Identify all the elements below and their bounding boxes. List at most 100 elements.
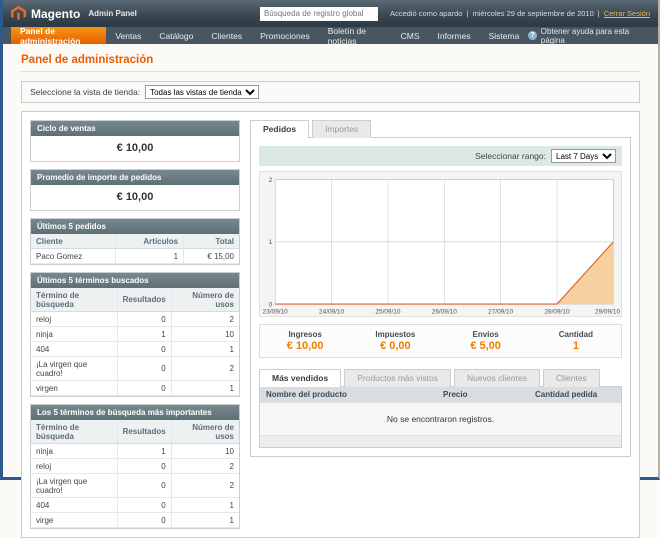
orders-card: Seleccionar rango: Last 7 Days 01223/09/… bbox=[250, 137, 631, 457]
nav-item-ventas[interactable]: Ventas bbox=[106, 27, 150, 44]
help-link[interactable]: ? Obtener ayuda para esta página bbox=[528, 27, 658, 44]
svg-text:28/09/10: 28/09/10 bbox=[544, 309, 569, 316]
cell: ¡La virgen que cuadro! bbox=[31, 357, 117, 381]
bestsellers-header: Nombre del productoPrecioCantidad pedida bbox=[260, 387, 621, 402]
tab-clientes[interactable]: Clientes bbox=[543, 369, 600, 387]
cell: 0 bbox=[117, 342, 171, 357]
logout-link[interactable]: Cerrar Sesión bbox=[604, 9, 650, 18]
avg-order-widget-title: Promedio de importe de pedidos bbox=[31, 170, 239, 185]
magento-logo-icon bbox=[11, 6, 26, 21]
bottom-report-tabs: Más vendidosProductos más vistosNuevos c… bbox=[259, 369, 622, 387]
summary-impuestos: Impuestos€ 0,00 bbox=[350, 330, 440, 352]
store-view-select[interactable]: Todas las vistas de tienda bbox=[145, 85, 259, 99]
empty-records-message: No se encontraron registros. bbox=[260, 402, 621, 435]
orders-line-chart: 01223/09/1024/09/1025/09/1026/09/1027/09… bbox=[260, 172, 621, 316]
cell: 1 bbox=[117, 444, 171, 459]
cell: 0 bbox=[117, 474, 171, 498]
top-search-term-row[interactable]: reloj02 bbox=[31, 459, 239, 474]
tab-m-s-vendidos[interactable]: Más vendidos bbox=[259, 369, 341, 387]
header-meta: Accedió como apardo | miércoles 29 de se… bbox=[390, 9, 650, 18]
nav-item-clientes[interactable]: Clientes bbox=[202, 27, 251, 44]
cell: 1 bbox=[116, 249, 184, 264]
help-icon: ? bbox=[528, 31, 536, 40]
column-header: Artículos bbox=[116, 234, 184, 249]
summary-cantidad: Cantidad1 bbox=[531, 330, 621, 352]
top-search-term-row[interactable]: 40401 bbox=[31, 498, 239, 513]
svg-text:29/09/10: 29/09/10 bbox=[595, 309, 620, 316]
last-search-term-row[interactable]: reloj02 bbox=[31, 312, 239, 327]
cell: 404 bbox=[31, 498, 117, 513]
top-search-terms-title: Los 5 términos de búsqueda más important… bbox=[31, 405, 239, 420]
store-view-bar: Seleccione la vista de tienda: Todas las… bbox=[21, 81, 640, 103]
main-nav: Panel de administraciónVentasCatálogoCli… bbox=[3, 27, 658, 44]
column-header: Total bbox=[184, 234, 239, 249]
cell: ¡La virgen que cuadro! bbox=[31, 474, 117, 498]
tab-pedidos[interactable]: Pedidos bbox=[250, 120, 309, 138]
cell: 10 bbox=[171, 327, 239, 342]
avg-order-widget: Promedio de importe de pedidos € 10,00 bbox=[30, 169, 240, 211]
svg-text:1: 1 bbox=[269, 239, 273, 246]
top-search-term-row[interactable]: virge01 bbox=[31, 513, 239, 528]
help-label: Obtener ayuda para esta página bbox=[541, 27, 648, 45]
svg-text:23/09/10: 23/09/10 bbox=[263, 309, 288, 316]
cell: 1 bbox=[171, 498, 239, 513]
logged-in-as: Accedió como apardo bbox=[390, 9, 463, 18]
title-divider bbox=[21, 71, 640, 72]
nav-item-cat-logo[interactable]: Catálogo bbox=[150, 27, 202, 44]
last-search-term-row[interactable]: 40401 bbox=[31, 342, 239, 357]
summary-value: € 0,00 bbox=[350, 340, 440, 352]
summary-value: € 10,00 bbox=[260, 340, 350, 352]
logo-subtitle: Admin Panel bbox=[88, 9, 136, 18]
top-search-term-row[interactable]: ninja110 bbox=[31, 444, 239, 459]
range-select[interactable]: Last 7 Days bbox=[551, 149, 616, 163]
column-header: Resultados bbox=[117, 288, 171, 312]
last-search-term-row[interactable]: virgen01 bbox=[31, 381, 239, 396]
column-header: Número de usos bbox=[171, 288, 239, 312]
summary-envíos: Envíos€ 5,00 bbox=[441, 330, 531, 352]
tab-importes[interactable]: Importes bbox=[312, 120, 371, 138]
cell: reloj bbox=[31, 312, 117, 327]
bestsellers-column-header: Nombre del producto bbox=[260, 387, 437, 402]
nav-item-panel-de-administraci-n[interactable]: Panel de administración bbox=[11, 27, 106, 44]
nav-item-informes[interactable]: Informes bbox=[429, 27, 480, 44]
summary-ingresos: Ingresos€ 10,00 bbox=[260, 330, 350, 352]
sales-widget-value: € 10,00 bbox=[31, 136, 239, 161]
cell: 1 bbox=[171, 513, 239, 528]
sales-widget: Ciclo de ventas € 10,00 bbox=[30, 120, 240, 162]
logo-title: Magento bbox=[31, 7, 80, 21]
sales-widget-title: Ciclo de ventas bbox=[31, 121, 239, 136]
nav-item-promociones[interactable]: Promociones bbox=[251, 27, 319, 44]
tab-productos-m-s-vistos[interactable]: Productos más vistos bbox=[344, 369, 451, 387]
column-header: Término de búsqueda bbox=[31, 288, 117, 312]
column-header: Resultados bbox=[117, 420, 171, 444]
svg-text:26/09/10: 26/09/10 bbox=[432, 309, 457, 316]
admin-header: Magento Admin Panel Accedió como apardo … bbox=[3, 0, 658, 27]
tab-nuevos-clientes[interactable]: Nuevos clientes bbox=[454, 369, 540, 387]
summary-label: Envíos bbox=[441, 330, 531, 339]
cell: 2 bbox=[171, 459, 239, 474]
nav-item-sistema[interactable]: Sistema bbox=[480, 27, 529, 44]
top-search-term-table: Término de búsquedaResultadosNúmero de u… bbox=[31, 420, 239, 528]
cell: 2 bbox=[171, 357, 239, 381]
last-search-term-row[interactable]: ninja110 bbox=[31, 327, 239, 342]
summary-label: Cantidad bbox=[531, 330, 621, 339]
global-search-input[interactable] bbox=[260, 7, 378, 21]
last-order-row[interactable]: Paco Gomez1€ 15,00 bbox=[31, 249, 239, 264]
dashboard-main-panel: PedidosImportes Seleccionar rango: Last … bbox=[250, 120, 631, 529]
nav-item-cms[interactable]: CMS bbox=[392, 27, 429, 44]
top-search-term-row[interactable]: ¡La virgen que cuadro!02 bbox=[31, 474, 239, 498]
cell: virge bbox=[31, 513, 117, 528]
cell: 0 bbox=[117, 312, 171, 327]
summary-value: € 5,00 bbox=[441, 340, 531, 352]
avg-order-widget-value: € 10,00 bbox=[31, 185, 239, 210]
column-header: Número de usos bbox=[171, 420, 239, 444]
last-orders-widget: Últimos 5 pedidos ClienteArtículosTotalP… bbox=[30, 218, 240, 265]
last-order-table: ClienteArtículosTotalPaco Gomez1€ 15,00 bbox=[31, 234, 239, 264]
svg-text:0: 0 bbox=[269, 301, 273, 308]
last-search-term-row[interactable]: ¡La virgen que cuadro!02 bbox=[31, 357, 239, 381]
column-header: Término de búsqueda bbox=[31, 420, 117, 444]
cell: 0 bbox=[117, 357, 171, 381]
svg-text:25/09/10: 25/09/10 bbox=[375, 309, 400, 316]
cell: ninja bbox=[31, 444, 117, 459]
nav-item-bolet-n-de-noticias[interactable]: Boletín de noticias bbox=[319, 27, 392, 44]
